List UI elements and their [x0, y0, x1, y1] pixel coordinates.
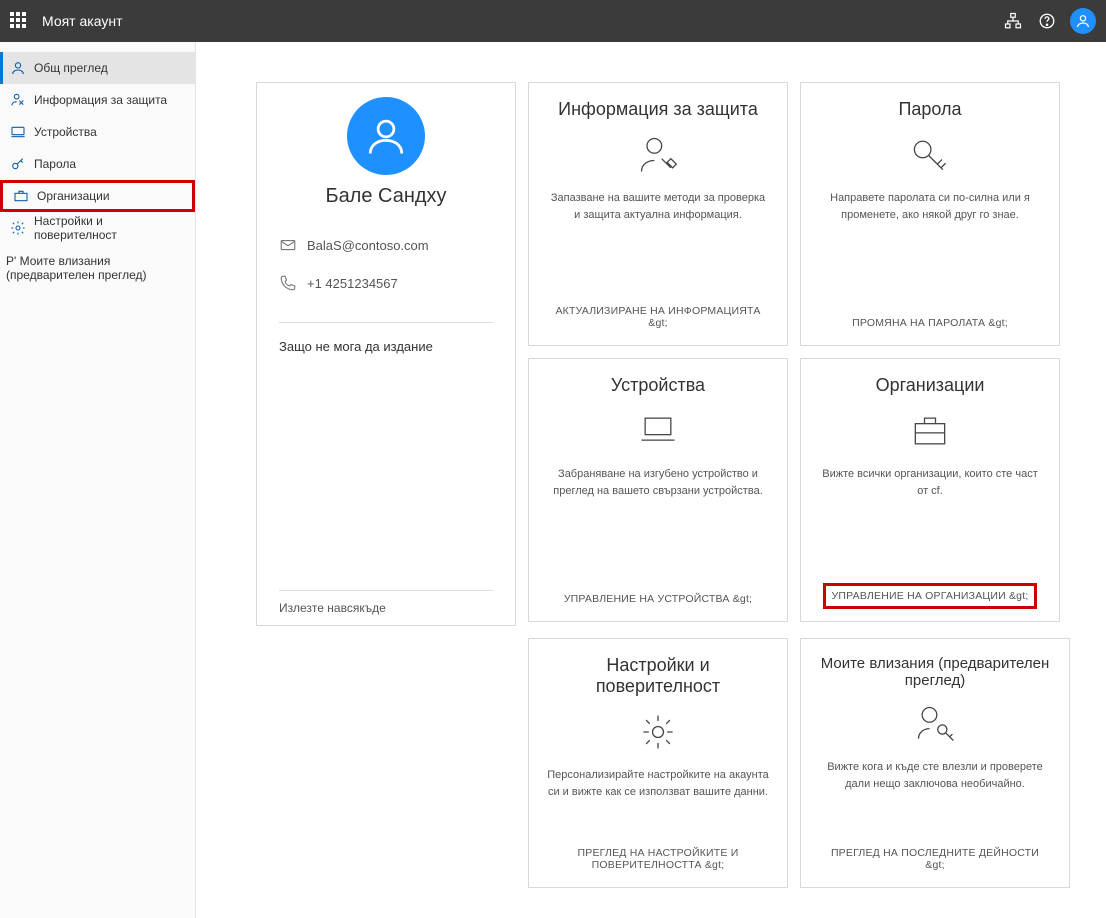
profile-first-name: Бале: [325, 185, 372, 207]
profile-phone-row: +1 4251234567: [279, 274, 493, 292]
profile-phone: +1 4251234567: [307, 276, 398, 291]
card-desc: Вижте кога и къде сте влезли и проверете…: [815, 759, 1055, 792]
settings-privacy-card: Настройки и поверителност Персонализирай…: [528, 638, 788, 888]
profile-email-row: BalaS@contoso.com: [279, 236, 493, 254]
devices-card: Устройства Забраняване на изгубено устро…: [528, 358, 788, 622]
change-password-link[interactable]: ПРОМЯНА НА ПАРОЛАТА &gt;: [846, 313, 1014, 333]
review-activity-link[interactable]: ПРЕГЛЕД НА ПОСЛЕДНИТЕ ДЕЙНОСТИ &gt;: [815, 843, 1055, 875]
app-title: Моят акаунт: [42, 13, 122, 29]
topbar: Моят акаунт: [0, 0, 1106, 42]
card-title: Информация за защита: [558, 99, 758, 120]
manage-devices-link[interactable]: УПРАВЛЕНИЕ НА УСТРОЙСТВА &gt;: [558, 589, 758, 609]
card-desc: Вижте всички организации, които сте част…: [815, 466, 1045, 499]
phone-icon: [279, 274, 297, 292]
security-person-edit-icon: [636, 130, 680, 180]
signout-everywhere-link[interactable]: Излезте навсякъде: [279, 590, 493, 615]
nav-settings-privacy[interactable]: Настройки и поверителност: [0, 212, 195, 244]
key-icon: [10, 156, 26, 172]
user-avatar[interactable]: [1070, 8, 1096, 34]
card-title: Устройства: [611, 375, 705, 396]
profile-card: Бале Сандху BalaS@contoso.com +1 4251234…: [256, 82, 516, 626]
profile-name: Бале Сандху: [279, 185, 493, 208]
divider: [279, 322, 493, 323]
nav-password[interactable]: Парола: [0, 148, 195, 180]
sidebar: Общ преглед Информация за защита Устройс…: [0, 42, 196, 918]
key-large-icon: [908, 130, 952, 180]
person-key-icon: [913, 699, 957, 749]
mail-icon: [279, 236, 297, 254]
organizations-card: Организации Вижте всички организации, ко…: [800, 358, 1060, 622]
nav-label: Устройства: [34, 125, 97, 139]
manage-orgs-link[interactable]: УПРАВЛЕНИЕ НА ОРГАНИЗАЦИИ &gt;: [823, 583, 1038, 609]
update-info-link[interactable]: АКТУАЛИЗИРАНЕ НА ИНФОРМАЦИЯТА &gt;: [543, 301, 773, 333]
help-icon[interactable]: [1030, 4, 1064, 38]
profile-last-name: Сандху: [378, 185, 447, 207]
briefcase-large-icon: [908, 406, 952, 456]
nav-signins-preview[interactable]: Р' Моите влизания (предварителен преглед…: [0, 244, 195, 292]
profile-email: BalaS@contoso.com: [307, 238, 429, 253]
card-title: Организации: [876, 375, 985, 396]
person-icon: [10, 60, 26, 76]
security-icon: [10, 92, 26, 108]
nav-overview[interactable]: Общ преглед: [0, 52, 195, 84]
card-title: Парола: [898, 99, 961, 120]
nav-label: Общ преглед: [34, 61, 108, 75]
card-desc: Запазване на вашите методи за проверка и…: [543, 190, 773, 223]
nav-devices[interactable]: Устройства: [0, 116, 195, 148]
nav-label: Организации: [37, 189, 110, 203]
app-launcher-icon[interactable]: [10, 12, 28, 30]
laptop-icon: [636, 406, 680, 456]
security-info-card: Информация за защита Запазване на вашите…: [528, 82, 788, 346]
card-title: Моите влизания (предварителен преглед): [815, 655, 1055, 689]
card-desc: Направете паролата си по-силна или я про…: [815, 190, 1045, 223]
nav-label: Настройки и поверителност: [34, 214, 185, 242]
card-desc: Забраняване на изгубено устройство и пре…: [543, 466, 773, 499]
profile-why-link[interactable]: Защо не мога да издание: [279, 339, 493, 354]
card-title: Настройки и поверителност: [543, 655, 773, 697]
review-settings-link[interactable]: ПРЕГЛЕД НА НАСТРОЙКИТЕ И ПОВЕРИТЕЛНОСТТА…: [543, 843, 773, 875]
main-content: Бале Сандху BalaS@contoso.com +1 4251234…: [196, 42, 1106, 918]
card-desc: Персонализирайте настройките на акаунта …: [543, 767, 773, 800]
nav-security-info[interactable]: Информация за защита: [0, 84, 195, 116]
gear-large-icon: [636, 707, 680, 757]
nav-organizations[interactable]: Организации: [0, 180, 195, 212]
devices-icon: [10, 124, 26, 140]
org-chart-icon[interactable]: [996, 4, 1030, 38]
profile-avatar-icon: [347, 97, 425, 175]
nav-label: Парола: [34, 157, 76, 171]
signins-card: Моите влизания (предварителен преглед) В…: [800, 638, 1070, 888]
gear-icon: [10, 220, 26, 236]
nav-label: Информация за защита: [34, 93, 167, 107]
briefcase-icon: [13, 188, 29, 204]
password-card: Парола Направете паролата си по-силна ил…: [800, 82, 1060, 346]
